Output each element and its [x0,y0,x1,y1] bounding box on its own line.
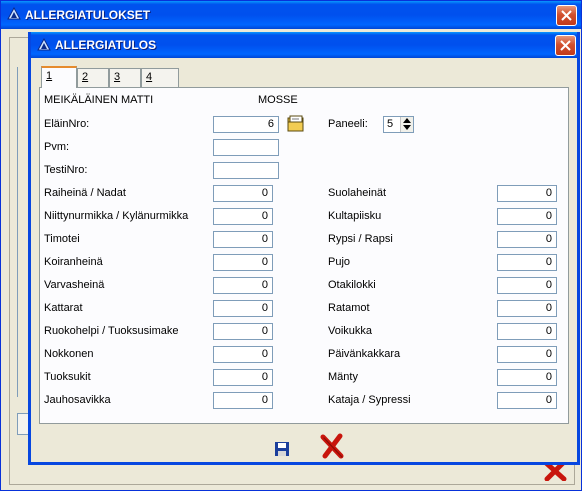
allergen-label: Päivänkakkara [328,348,401,360]
paneeli-spinner[interactable]: 5 [383,116,414,133]
allergen-label: Pujo [328,256,351,268]
allergen-label: Otakilokki [328,279,376,291]
allergen-value-field[interactable]: 0 [497,208,557,225]
allergen-label: Nokkonen [44,348,94,360]
dialog-title: ALLERGIATULOS [55,38,157,52]
elain-nro-label: EläinNro: [44,118,90,130]
allergen-value-field[interactable]: 0 [213,323,273,340]
tab-1[interactable]: 1 [41,66,77,88]
spinner-buttons [400,117,413,132]
pvm-field[interactable] [213,139,279,156]
spin-up-icon[interactable] [401,117,413,124]
animal-name: MOSSE [258,94,298,106]
dialog-close-button[interactable] [555,35,576,56]
testinro-label: TestiNro: [44,164,88,176]
allergen-label: Niittynurmikka / Kylänurmikka [44,210,189,222]
close-icon [560,40,571,51]
tab-panel: MEIKÄLÄINEN MATTI MOSSE EläinNro: 6 Pane… [39,87,569,424]
allergen-value-field[interactable]: 0 [213,231,273,248]
tab-2[interactable]: 2 [77,68,109,88]
allergen-value-field[interactable]: 0 [213,369,273,386]
allergen-value-field[interactable]: 0 [213,208,273,225]
folder-icon[interactable] [287,115,305,133]
allergen-label: Tuoksukit [44,371,91,383]
allergen-value-field[interactable]: 0 [497,185,557,202]
tab-3[interactable]: 3 [109,68,141,88]
testinro-field[interactable] [213,162,279,179]
background-titlebar: ALLERGIATULOKSET [1,1,581,29]
allergen-value-field[interactable]: 0 [497,231,557,248]
allergen-value-field[interactable]: 0 [213,185,273,202]
allergen-label: Kultapiisku [328,210,382,222]
allergen-value-field[interactable]: 0 [213,392,273,409]
allergen-value-field[interactable]: 0 [213,254,273,271]
pvm-label: Pvm: [44,141,70,153]
paneeli-value: 5 [387,118,394,130]
paneeli-label: Paneeli: [328,118,368,130]
allergen-label: Varvasheinä [44,279,105,291]
allergen-label: Ruokohelpi / Tuoksusimake [44,325,179,337]
app-icon [37,38,51,51]
allergen-label: Timotei [44,233,80,245]
spin-down-icon[interactable] [401,124,413,131]
allergen-label: Kataja / Sypressi [328,394,411,406]
allergen-label: Rypsi / Rapsi [328,233,393,245]
save-disk-icon[interactable] [274,441,290,457]
allergen-label: Jauhosavikka [44,394,111,406]
elain-nro-field[interactable]: 6 [213,116,279,133]
allergen-label: Mänty [328,371,358,383]
allergen-label: Kattarat [44,302,83,314]
allergen-value-field[interactable]: 0 [497,346,557,363]
allergen-label: Koiranheinä [44,256,103,268]
allergen-value-field[interactable]: 0 [213,346,273,363]
allergen-label: Voikukka [328,325,373,337]
close-icon [561,10,572,21]
allergy-result-dialog: ALLERGIATULOS 1 2 3 4 MEIKÄLÄINEN MATTI … [28,32,580,465]
background-window-title: ALLERGIATULOKSET [25,8,151,22]
dialog-titlebar: ALLERGIATULOS [31,32,577,58]
allergen-label: Raiheinä / Nadat [44,187,126,199]
allergen-value-field[interactable]: 0 [213,277,273,294]
allergen-value-field[interactable]: 0 [497,392,557,409]
allergen-value-field[interactable]: 0 [497,323,557,340]
allergen-label: Ratamot [328,302,370,314]
allergen-value-field[interactable]: 0 [213,300,273,317]
red-x-icon[interactable] [319,433,345,459]
allergen-value-field[interactable]: 0 [497,300,557,317]
allergen-value-field[interactable]: 0 [497,254,557,271]
background-close-button[interactable] [556,5,577,26]
app-icon [7,7,21,20]
allergen-value-field[interactable]: 0 [497,277,557,294]
allergen-label: Suolaheinät [328,187,387,199]
allergen-value-field[interactable]: 0 [497,369,557,386]
tab-4[interactable]: 4 [141,68,179,88]
owner-name: MEIKÄLÄINEN MATTI [44,94,154,106]
